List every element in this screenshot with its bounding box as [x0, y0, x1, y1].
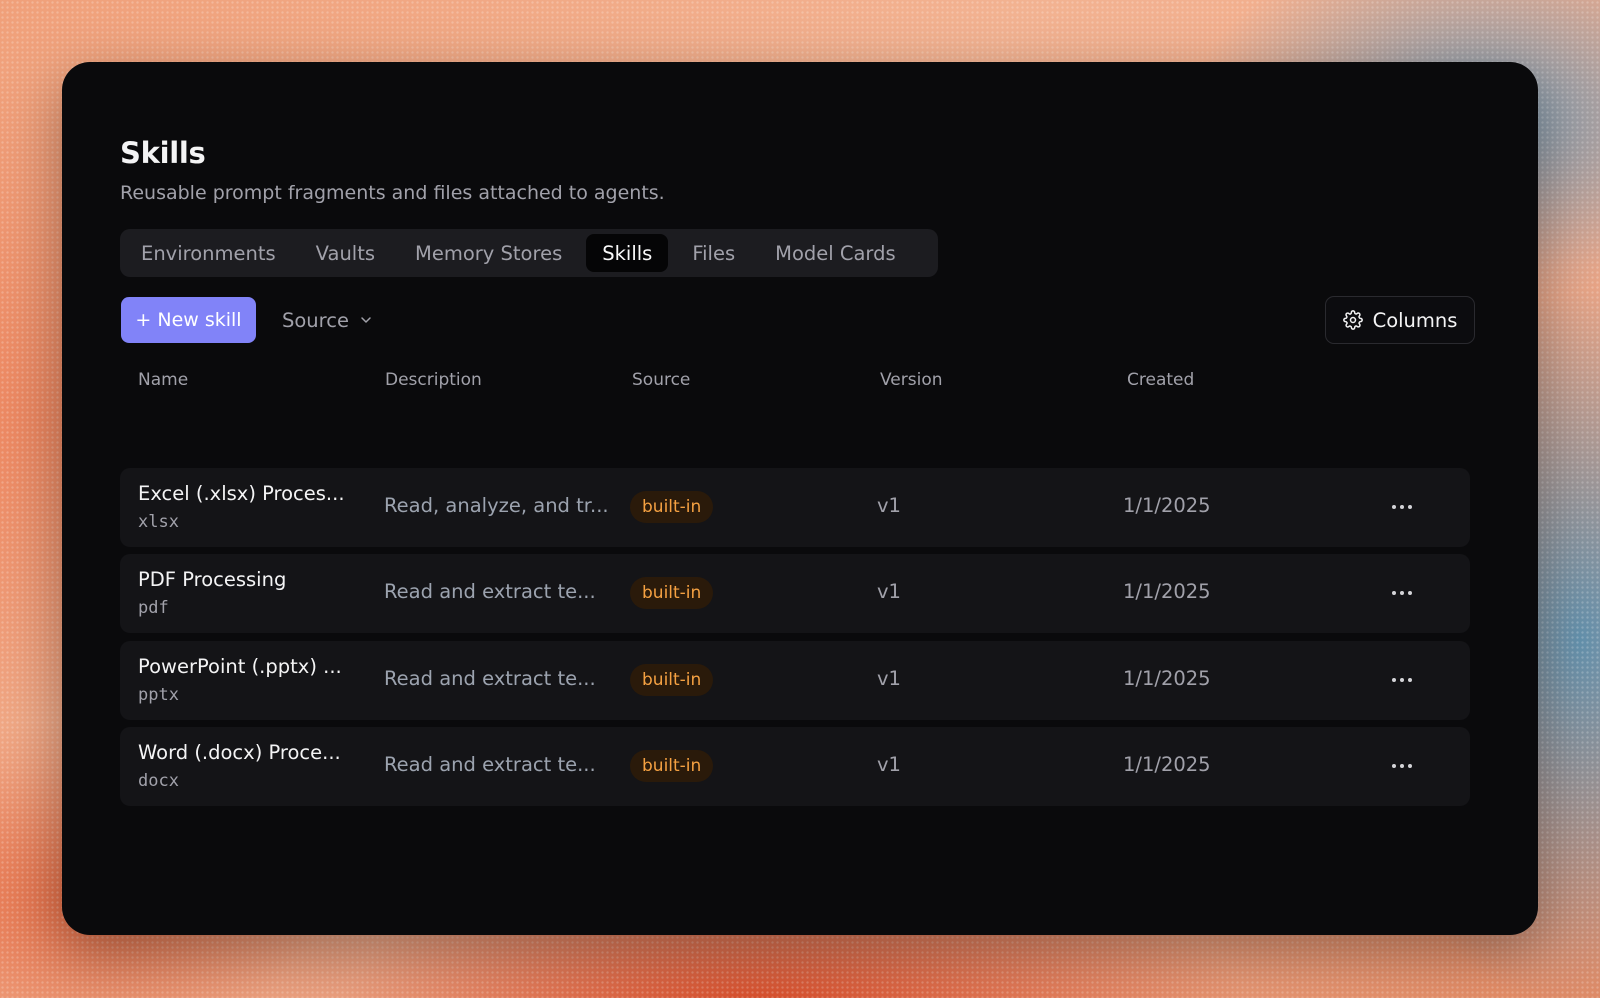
source-badge: built-in — [630, 664, 714, 696]
source-badge: built-in — [630, 750, 714, 782]
new-skill-button[interactable]: + New skill — [121, 297, 256, 343]
skill-version: v1 — [877, 667, 901, 690]
more-horizontal-icon[interactable] — [1386, 751, 1418, 781]
skill-slug: docx — [138, 771, 179, 791]
tab-memory-stores[interactable]: Memory Stores — [399, 234, 578, 272]
source-badge: built-in — [630, 491, 714, 523]
chevron-down-icon — [359, 313, 373, 327]
columns-label: Columns — [1372, 308, 1458, 332]
skill-name: PDF Processing — [138, 568, 287, 591]
skill-slug: pptx — [138, 685, 179, 705]
skill-created: 1/1/2025 — [1123, 667, 1211, 690]
more-horizontal-icon[interactable] — [1386, 492, 1418, 522]
tab-files[interactable]: Files — [676, 234, 751, 272]
table-row[interactable]: PDF Processing pdf Read and extract te..… — [120, 554, 1470, 633]
source-badge: built-in — [630, 577, 714, 609]
column-header-version[interactable]: Version — [880, 370, 943, 390]
tab-bar: Environments Vaults Memory Stores Skills… — [120, 229, 938, 277]
skill-created: 1/1/2025 — [1123, 580, 1211, 603]
column-header-name[interactable]: Name — [138, 370, 188, 390]
page-title: Skills — [120, 136, 206, 170]
tab-vaults[interactable]: Vaults — [300, 234, 391, 272]
gear-icon — [1342, 310, 1363, 330]
table-row[interactable]: Excel (.xlsx) Proces... xlsx Read, analy… — [120, 468, 1470, 547]
skill-created: 1/1/2025 — [1123, 753, 1211, 776]
skill-slug: xlsx — [138, 512, 179, 532]
source-filter-dropdown[interactable]: Source — [282, 297, 373, 343]
skill-name: Word (.docx) Proce... — [138, 741, 341, 764]
skill-description: Read, analyze, and tr... — [384, 494, 609, 517]
columns-button[interactable]: Columns — [1325, 296, 1475, 344]
skill-name: Excel (.xlsx) Proces... — [138, 482, 345, 505]
more-horizontal-icon[interactable] — [1386, 578, 1418, 608]
tab-environments[interactable]: Environments — [125, 234, 292, 272]
tab-skills[interactable]: Skills — [586, 234, 669, 272]
table-row[interactable]: Word (.docx) Proce... docx Read and extr… — [120, 727, 1470, 806]
column-header-source[interactable]: Source — [632, 370, 690, 390]
skill-description: Read and extract te... — [384, 580, 596, 603]
skill-created: 1/1/2025 — [1123, 494, 1211, 517]
table-row[interactable]: PowerPoint (.pptx) ... pptx Read and ext… — [120, 641, 1470, 720]
tab-model-cards[interactable]: Model Cards — [759, 234, 912, 272]
skill-name: PowerPoint (.pptx) ... — [138, 655, 342, 678]
column-header-description[interactable]: Description — [385, 370, 482, 390]
skill-version: v1 — [877, 753, 901, 776]
skill-slug: pdf — [138, 598, 169, 618]
skill-version: v1 — [877, 494, 901, 517]
skill-description: Read and extract te... — [384, 753, 596, 776]
skills-panel: Skills Reusable prompt fragments and fil… — [62, 62, 1538, 935]
skill-description: Read and extract te... — [384, 667, 596, 690]
skill-version: v1 — [877, 580, 901, 603]
table-header: Name Description Source Version Created — [120, 370, 1464, 400]
page-subtitle: Reusable prompt fragments and files atta… — [120, 182, 665, 204]
source-filter-label: Source — [282, 308, 349, 332]
column-header-created[interactable]: Created — [1127, 370, 1194, 390]
more-horizontal-icon[interactable] — [1386, 665, 1418, 695]
